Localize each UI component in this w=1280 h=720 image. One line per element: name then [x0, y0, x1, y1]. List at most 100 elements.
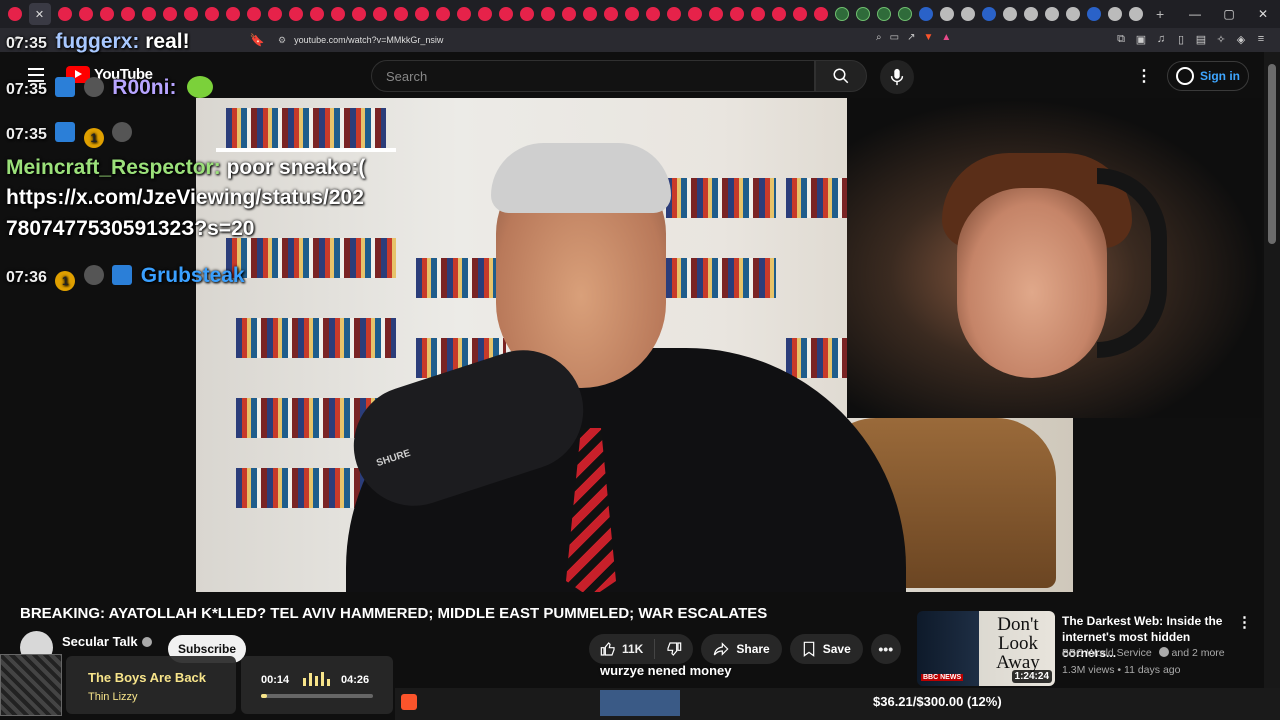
channel-name[interactable]: Secular Talk	[62, 634, 152, 649]
tab-close-icon[interactable]: ✕	[28, 3, 51, 25]
tab-favicon[interactable]	[1065, 7, 1080, 21]
tab-favicon[interactable]	[183, 7, 198, 21]
tab-favicon[interactable]	[351, 7, 366, 21]
close-window-icon[interactable]: ✕	[1246, 0, 1280, 28]
settings-more-icon[interactable]: ⋮	[1136, 66, 1152, 86]
tab-favicon[interactable]	[162, 7, 177, 21]
tab-favicon[interactable]	[519, 7, 534, 21]
tab-favicon[interactable]	[372, 7, 387, 21]
tab-favicon[interactable]	[393, 7, 408, 21]
brave-shield-icon[interactable]: ▼	[923, 32, 933, 43]
tab-favicon[interactable]	[540, 7, 555, 21]
wallet-icon[interactable]: ▤	[1194, 32, 1208, 46]
vpn-icon[interactable]: ◈	[1234, 32, 1248, 46]
tab-favicon[interactable]	[939, 7, 954, 21]
tab-favicon[interactable]	[792, 7, 807, 21]
tab-favicon[interactable]	[99, 7, 114, 21]
save-button[interactable]: Save	[789, 634, 863, 664]
extension-icon[interactable]: ⧉	[1114, 32, 1128, 46]
chat-timestamp: 07:35	[6, 81, 47, 98]
thumbnail-text: Don't Look Away	[996, 614, 1040, 673]
dislike-button[interactable]	[655, 641, 693, 657]
tab-favicon[interactable]	[7, 7, 22, 21]
recommended-video[interactable]: Don't Look Away BBC NEWS 1:24:24 The Dar…	[917, 611, 1257, 687]
sidebar-icon[interactable]: ▯	[1174, 32, 1188, 46]
site-info-icon[interactable]: ⚙	[278, 35, 286, 46]
tab-favicon[interactable]	[141, 7, 156, 21]
minimize-icon[interactable]: —	[1178, 0, 1212, 28]
tab-favicon[interactable]	[246, 7, 261, 21]
tab-favicon[interactable]	[1023, 7, 1038, 21]
tab-favicon[interactable]	[603, 7, 618, 21]
page-scrollbar[interactable]	[1264, 52, 1280, 688]
tab-favicon[interactable]	[918, 7, 933, 21]
chat-message: 07:35 R00ni:	[6, 76, 213, 100]
tab-favicon[interactable]	[414, 7, 429, 21]
music-icon[interactable]: ♫	[1154, 32, 1168, 46]
voice-search-button[interactable]	[880, 60, 914, 94]
tab-favicon[interactable]	[645, 7, 660, 21]
tab-favicon[interactable]	[582, 7, 597, 21]
tab-favicon[interactable]	[687, 7, 702, 21]
brave-rewards-icon[interactable]: ▲	[941, 32, 951, 43]
tab-favicon[interactable]	[225, 7, 240, 21]
maximize-icon[interactable]: ▢	[1212, 0, 1246, 28]
tab-favicon[interactable]	[330, 7, 345, 21]
tab-favicon[interactable]	[750, 7, 765, 21]
tab-favicon[interactable]	[288, 7, 303, 21]
like-button[interactable]: 11K	[589, 641, 654, 657]
share-button[interactable]: Share	[701, 634, 782, 664]
chat-timestamp: 07:36	[6, 269, 47, 286]
chat-link[interactable]: 780747753059132З?s=20	[6, 217, 254, 240]
recommended-thumbnail[interactable]: Don't Look Away BBC NEWS 1:24:24	[917, 611, 1055, 686]
tab-favicon[interactable]	[729, 7, 744, 21]
extension-icon[interactable]: ▣	[1134, 32, 1148, 46]
tab-favicon[interactable]	[477, 7, 492, 21]
share-page-icon[interactable]: ↗	[907, 32, 915, 43]
tab-favicon[interactable]	[708, 7, 723, 21]
tab-favicon[interactable]	[1128, 7, 1143, 21]
new-tab-icon[interactable]: +	[1156, 6, 1164, 22]
leo-icon[interactable]: ✧	[1214, 32, 1228, 46]
tab-favicon[interactable]	[855, 7, 870, 21]
tab-favicon[interactable]	[813, 7, 828, 21]
window-controls: — ▢ ✕	[1178, 0, 1280, 28]
recommended-channel[interactable]: BBC World Service and 2 more	[1062, 647, 1225, 659]
tab-favicon[interactable]	[561, 7, 576, 21]
sign-in-button[interactable]: Sign in	[1167, 61, 1249, 91]
tab-favicon[interactable]	[960, 7, 975, 21]
tab-favicon[interactable]	[624, 7, 639, 21]
tab-favicon[interactable]	[78, 7, 93, 21]
tab-favicon[interactable]	[204, 7, 219, 21]
search-input[interactable]	[386, 68, 786, 84]
tab-favicon[interactable]	[120, 7, 135, 21]
tab-favicon[interactable]	[267, 7, 282, 21]
tab-favicon[interactable]	[1107, 7, 1122, 21]
tab-favicon[interactable]	[435, 7, 450, 21]
tab-favicon[interactable]	[981, 7, 996, 21]
tab-favicon[interactable]	[876, 7, 891, 21]
scrollbar-thumb[interactable]	[1268, 64, 1276, 244]
tab-favicon[interactable]	[1002, 7, 1017, 21]
more-actions-button[interactable]: •••	[870, 634, 901, 664]
tab-favicon[interactable]	[57, 7, 72, 21]
tab-favicon[interactable]	[309, 7, 324, 21]
zoom-icon[interactable]: ⌕	[876, 32, 882, 43]
tab-favicon[interactable]	[1086, 7, 1101, 21]
menu-icon[interactable]: ≡	[1254, 32, 1268, 46]
song-progress-bar	[261, 694, 373, 698]
tab-favicon[interactable]	[456, 7, 471, 21]
tab-favicon[interactable]	[666, 7, 681, 21]
tab-favicon[interactable]	[498, 7, 513, 21]
streamer-face	[957, 188, 1107, 378]
tab-favicon[interactable]	[834, 7, 849, 21]
search-button[interactable]	[815, 60, 867, 92]
bookmark-icon[interactable]: 🔖	[246, 33, 268, 47]
sub-badge-icon	[83, 265, 104, 285]
tab-favicon[interactable]	[1044, 7, 1059, 21]
chat-link[interactable]: https://x.com/JzeViewing/status/202	[6, 186, 364, 209]
recommended-more-icon[interactable]: ⋮	[1237, 613, 1252, 631]
cast-icon[interactable]: ▭	[890, 32, 899, 43]
tab-favicon[interactable]	[897, 7, 912, 21]
tab-favicon[interactable]	[771, 7, 786, 21]
